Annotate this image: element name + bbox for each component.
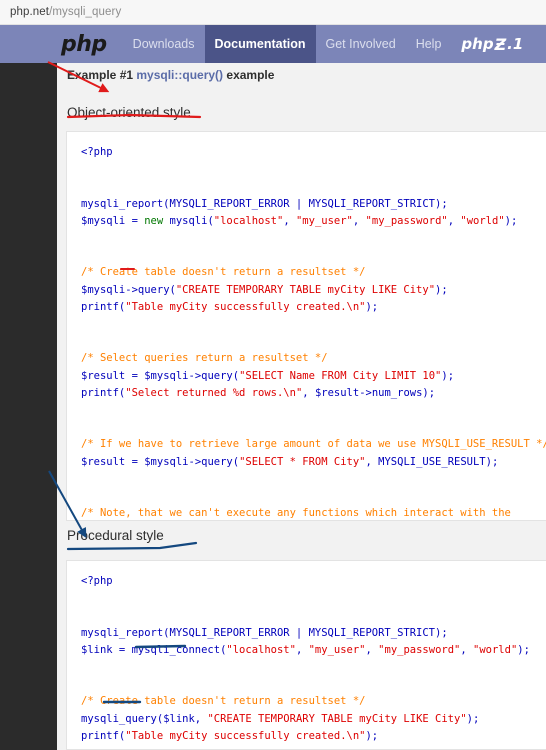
nav-item-documentation[interactable]: Documentation bbox=[204, 25, 316, 63]
left-dark-panel bbox=[0, 63, 57, 750]
php-version-badge[interactable]: php Ƶ .1 bbox=[451, 25, 533, 63]
example-title-prefix: Example #1 bbox=[67, 68, 137, 82]
url-path: /mysqli_query bbox=[49, 6, 122, 18]
heading-procedural-style: Procedural style bbox=[67, 528, 164, 543]
navbar-left-spacer bbox=[0, 25, 57, 63]
php-version-wordmark: php bbox=[461, 35, 494, 53]
example-title: Example #1 mysqli::query() example bbox=[57, 63, 546, 82]
nav-item-help[interactable]: Help bbox=[406, 25, 452, 63]
example-title-function: mysqli::query() bbox=[136, 68, 224, 82]
url-text: php.net/mysqli_query bbox=[0, 6, 121, 18]
heading-object-oriented-style: Object-oriented style bbox=[67, 105, 191, 120]
php-elephant-curl-icon: Ƶ bbox=[494, 34, 507, 54]
example-title-suffix: example bbox=[223, 68, 275, 82]
documentation-content: Example #1 mysqli::query() example Objec… bbox=[57, 63, 546, 750]
browser-url-bar[interactable]: php.net/mysqli_query bbox=[0, 0, 546, 25]
code-block-procedural[interactable]: <?php mysqli_report(MYSQLI_REPORT_ERROR … bbox=[66, 560, 546, 750]
php-version-number: .1 bbox=[507, 35, 524, 53]
url-host: php.net bbox=[10, 6, 50, 18]
php-site-navbar: php Downloads Documentation Get Involved… bbox=[0, 25, 546, 63]
code-block-object-oriented[interactable]: <?php mysqli_report(MYSQLI_REPORT_ERROR … bbox=[66, 131, 546, 521]
php-logo[interactable]: php bbox=[57, 25, 123, 63]
nav-item-downloads[interactable]: Downloads bbox=[123, 25, 205, 63]
nav-item-get-involved[interactable]: Get Involved bbox=[316, 25, 406, 63]
